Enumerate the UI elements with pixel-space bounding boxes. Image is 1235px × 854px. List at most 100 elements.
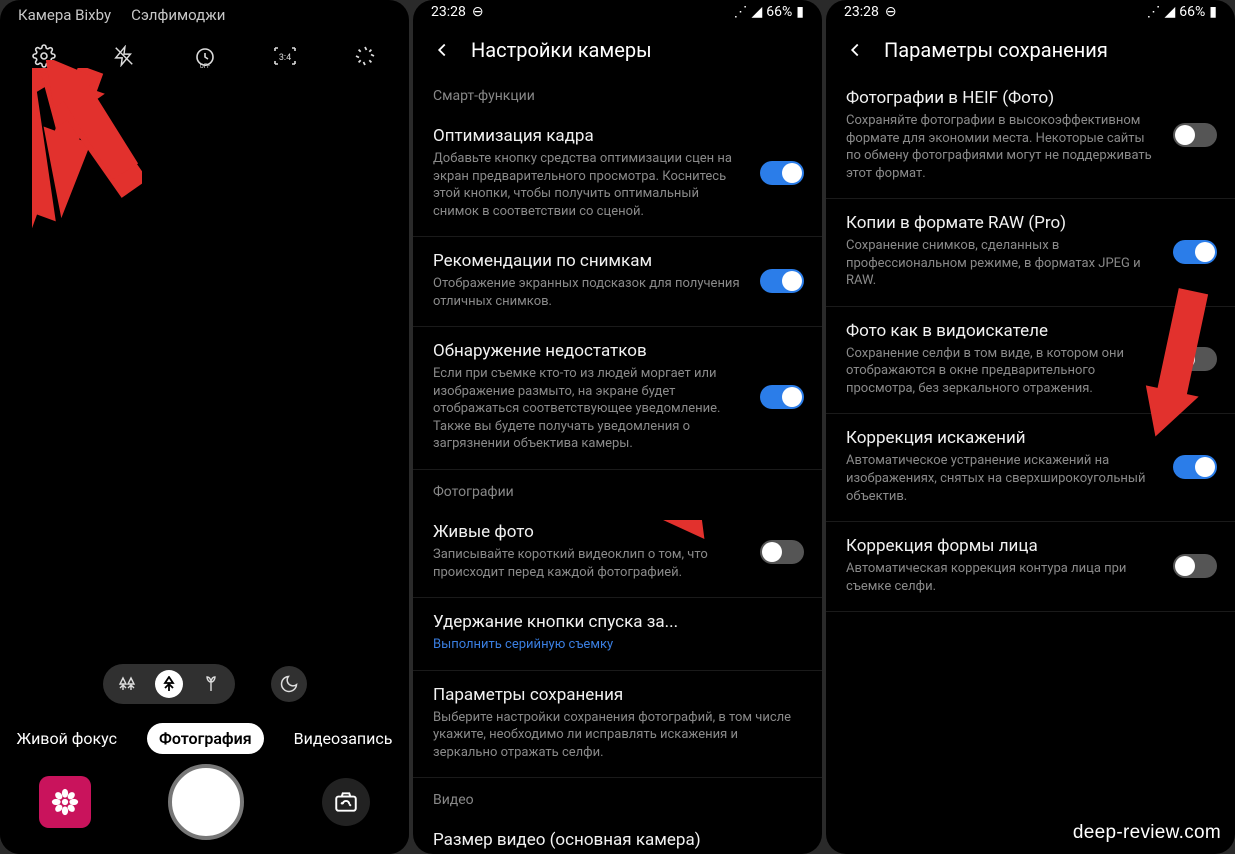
- camera-topstrip: Камера Bixby Сэлфимоджи: [0, 0, 409, 26]
- section-smart: Смарт-функции: [413, 74, 822, 112]
- item-subtitle: Если при съемке кто-то из людей моргает …: [433, 365, 748, 453]
- item-save-options[interactable]: Параметры сохраненияВыберите настройки с…: [413, 671, 822, 779]
- toggle-raw[interactable]: [1173, 240, 1217, 264]
- toggle-distortion[interactable]: [1173, 455, 1217, 479]
- item-subtitle: Отображение экранных подсказок для получ…: [433, 275, 748, 310]
- mode-photo[interactable]: Фотография: [147, 723, 264, 754]
- settings-button[interactable]: [28, 40, 60, 72]
- status-bar: 23:28 ⊖ ⋰ ◢ 66% ▮: [826, 0, 1235, 22]
- item-hold-shutter[interactable]: Удержание кнопки спуска за... Выполнить с…: [413, 598, 822, 671]
- bixby-label[interactable]: Камера Bixby: [18, 6, 111, 24]
- zoom-ultrawide[interactable]: [113, 670, 141, 698]
- item-title: Фотографии в HEIF (Фото): [846, 88, 1161, 108]
- flower-icon: [50, 787, 80, 817]
- switch-camera-icon: [333, 789, 359, 815]
- switch-camera-button[interactable]: [322, 778, 370, 826]
- settings-list: Смарт-функции Оптимизация кадраДобавьте …: [413, 74, 822, 854]
- watermark: deep-review.com: [1073, 822, 1221, 844]
- zoom-tele[interactable]: [197, 670, 225, 698]
- item-title: Живые фото: [433, 522, 748, 542]
- item-title: Копии в формате RAW (Pro): [846, 213, 1161, 233]
- mode-video[interactable]: Видеозапись: [282, 723, 405, 754]
- moon-icon: [279, 674, 299, 694]
- item-subtitle: Автоматическая коррекция контура лица пр…: [846, 560, 1161, 595]
- ratio-button[interactable]: 3:4: [269, 40, 301, 72]
- toggle-motion-photo[interactable]: [760, 540, 804, 564]
- svg-text:3:4: 3:4: [279, 53, 291, 63]
- item-subtitle: Сохраняйте фотографии в высокоэффективно…: [846, 112, 1161, 182]
- status-time: 23:28: [431, 4, 466, 20]
- item-title: Коррекция искажений: [846, 428, 1161, 448]
- item-subtitle: Сохранение снимков, сделанных в професси…: [846, 237, 1161, 290]
- toggle-shot-suggestions[interactable]: [760, 269, 804, 293]
- shutter-button[interactable]: [168, 764, 244, 840]
- item-as-previewed[interactable]: Фото как в видоискателеСохранение селфи …: [826, 307, 1235, 415]
- item-title: Рекомендации по снимкам: [433, 251, 748, 271]
- item-subtitle: Сохранение селфи в том виде, в котором о…: [846, 345, 1161, 398]
- toggle-face-shape[interactable]: [1173, 554, 1217, 578]
- svg-text:OFF: OFF: [199, 63, 210, 68]
- status-bar: 23:28⊖ ⋰ ◢ 66% ▮: [413, 0, 822, 22]
- item-scene-optimizer[interactable]: Оптимизация кадраДобавьте кнопку средств…: [413, 112, 822, 237]
- mode-live-focus[interactable]: Живой фокус: [5, 723, 129, 754]
- shutter-row: [0, 764, 409, 840]
- gallery-thumbnail[interactable]: [39, 776, 91, 828]
- ratio-3-4-icon: 3:4: [272, 45, 298, 67]
- item-title: Размер видео (основная камера): [433, 830, 804, 850]
- camera-viewfinder[interactable]: Живой фокус Фотография Видеозапись: [0, 82, 409, 854]
- status-time: 23:28: [844, 4, 879, 20]
- zoom-row: [0, 664, 409, 704]
- wifi-icon: ⋰: [734, 4, 748, 20]
- back-icon[interactable]: [431, 39, 453, 61]
- toggle-heif[interactable]: [1173, 123, 1217, 147]
- item-title: Обнаружение недостатков: [433, 341, 748, 361]
- save-title: Параметры сохранения: [884, 38, 1108, 62]
- item-motion-photo[interactable]: Живые фотоЗаписывайте короткий видеоклип…: [413, 508, 822, 598]
- night-mode-button[interactable]: [271, 666, 307, 702]
- flash-off-icon: [113, 45, 135, 67]
- status-battery: 66%: [1179, 4, 1205, 20]
- item-subtitle: Автоматическое устранение искажений на и…: [846, 452, 1161, 505]
- back-icon[interactable]: [844, 39, 866, 61]
- save-header: Параметры сохранения: [826, 22, 1235, 74]
- wifi-icon: ⋰: [1147, 4, 1161, 20]
- screen-save-options: 23:28 ⊖ ⋰ ◢ 66% ▮ Параметры сохранения Фо…: [826, 0, 1235, 854]
- selfmoji-label[interactable]: Сэлфимоджи: [131, 6, 225, 24]
- timer-off-icon: OFF: [193, 44, 217, 68]
- section-video: Видео: [413, 778, 822, 816]
- item-title: Коррекция формы лица: [846, 536, 1161, 556]
- timer-button[interactable]: OFF: [189, 40, 221, 72]
- tree-icon: [161, 676, 177, 692]
- screen-camera: Камера Bixby Сэлфимоджи OFF 3:4: [0, 0, 409, 854]
- item-title: Удержание кнопки спуска за...: [433, 612, 804, 632]
- battery-icon: ▮: [1209, 4, 1217, 20]
- item-shot-suggestions[interactable]: Рекомендации по снимкам Отображение экран…: [413, 237, 822, 327]
- zoom-selector[interactable]: [103, 664, 235, 704]
- signal-icon: ◢: [752, 4, 763, 20]
- leaf-icon: [204, 676, 218, 692]
- screen-camera-settings: 23:28⊖ ⋰ ◢ 66% ▮ Настройки камеры Смарт-…: [413, 0, 822, 854]
- battery-icon: ▮: [796, 4, 804, 20]
- toggle-flaw-detection[interactable]: [760, 385, 804, 409]
- settings-header: Настройки камеры: [413, 22, 822, 74]
- effects-button[interactable]: [349, 40, 381, 72]
- item-subtitle: Выполнить серийную съемку: [433, 636, 804, 654]
- toggle-as-previewed[interactable]: [1173, 347, 1217, 371]
- zoom-wide[interactable]: [155, 670, 183, 698]
- settings-title: Настройки камеры: [471, 38, 652, 62]
- item-subtitle: Выберите настройки сохранения фотографий…: [433, 709, 804, 762]
- toggle-scene-optimizer[interactable]: [760, 161, 804, 185]
- dnd-icon: ⊖: [472, 4, 484, 20]
- item-flaw-detection[interactable]: Обнаружение недостатков Если при съемке к…: [413, 327, 822, 470]
- item-heif[interactable]: Фотографии в HEIF (Фото) Сохраняйте фотог…: [826, 74, 1235, 199]
- dnd-icon: ⊖: [885, 4, 897, 20]
- signal-icon: ◢: [1165, 4, 1176, 20]
- gear-icon: [32, 44, 56, 68]
- item-distortion-correction[interactable]: Коррекция искажений Автоматическое устран…: [826, 414, 1235, 522]
- item-raw[interactable]: Копии в формате RAW (Pro) Сохранение сним…: [826, 199, 1235, 307]
- tree-double-icon: [117, 676, 137, 692]
- item-face-shape-correction[interactable]: Коррекция формы лица Автоматическая корре…: [826, 522, 1235, 612]
- flash-button[interactable]: [108, 40, 140, 72]
- item-video-size-rear[interactable]: Размер видео (основная камера)16:9 FHD (…: [413, 816, 822, 854]
- effects-icon: [353, 44, 377, 68]
